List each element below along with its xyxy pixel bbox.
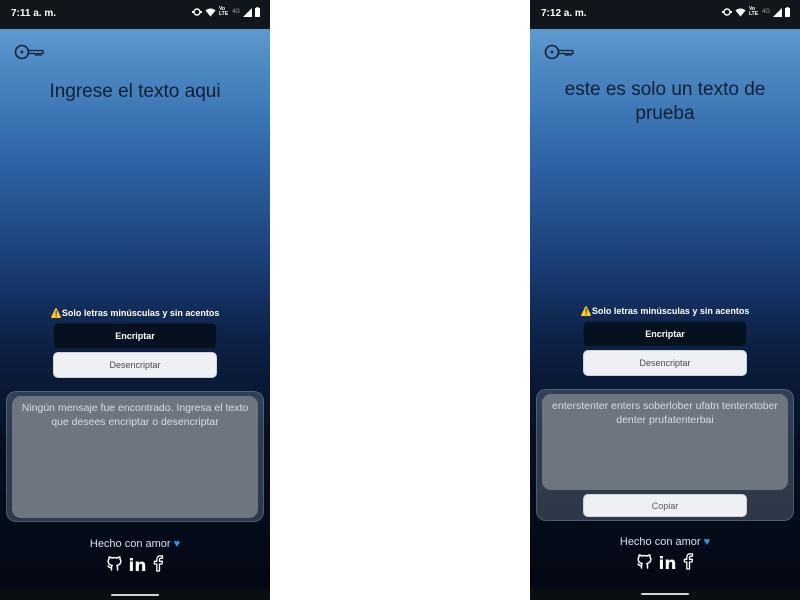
navigation-bar xyxy=(0,590,270,600)
navigation-bar xyxy=(530,588,800,600)
warning-text: Solo letras minúsculas y sin acentos xyxy=(61,308,220,318)
encrypt-button[interactable]: Encriptar xyxy=(583,321,747,347)
github-icon[interactable] xyxy=(636,553,653,575)
footer-text: Hecho con amor xyxy=(619,536,701,548)
warning-icon: ⚠️ xyxy=(50,308,62,318)
status-bar: 7:12 a. m. Vo LTE 4G xyxy=(530,0,800,29)
output-panel: enterstenter enters soberlober ufatn ten… xyxy=(536,389,794,521)
facebook-icon[interactable] xyxy=(682,553,694,575)
signal-icon xyxy=(773,7,782,17)
warning-message: ⚠️Solo letras minúsculas y sin acentos xyxy=(530,306,800,317)
status-icons: Vo LTE 4G xyxy=(191,6,260,17)
status-bar: 7:11 a. m. Vo LTE 4G xyxy=(0,0,270,29)
warning-icon: ⚠️ xyxy=(580,306,592,316)
home-gesture-handle[interactable] xyxy=(641,593,689,595)
battery-icon xyxy=(785,7,790,17)
input-text-area[interactable]: este es solo un texto de prueba xyxy=(530,78,800,126)
home-gesture-handle[interactable] xyxy=(111,594,159,596)
encrypt-button[interactable]: Encriptar xyxy=(53,323,217,349)
phone-screen-right: 7:12 a. m. Vo LTE 4G este es solo un tex… xyxy=(530,0,800,600)
decrypt-button[interactable]: Desencriptar xyxy=(53,352,217,378)
network-label: 4G xyxy=(761,9,770,15)
warning-message: ⚠️Solo letras minúsculas y sin acentos xyxy=(0,308,270,319)
status-time: 7:11 a. m. xyxy=(11,8,57,19)
warning-text: Solo letras minúsculas y sin acentos xyxy=(591,306,750,316)
phone-screen-left: 7:11 a. m. Vo LTE 4G Ingrese el texto aq… xyxy=(0,0,270,600)
facebook-icon[interactable] xyxy=(152,555,164,577)
battery-icon xyxy=(255,7,260,17)
sync-icon xyxy=(191,8,202,16)
copy-button[interactable]: Copiar xyxy=(583,494,747,517)
heart-icon: ♥ xyxy=(173,538,181,550)
output-text: enterstenter enters soberlober ufatn ten… xyxy=(542,394,788,490)
linkedin-icon[interactable]: in xyxy=(129,556,147,576)
footer-text: Hecho con amor xyxy=(89,538,171,550)
social-links: in xyxy=(530,553,800,575)
output-text: Ningún mensaje fue encontrado. Ingresa e… xyxy=(12,396,258,518)
input-text-area[interactable]: Ingrese el texto aqui xyxy=(0,80,270,104)
wifi-icon xyxy=(735,8,746,16)
status-icons: Vo LTE 4G xyxy=(721,6,790,17)
wifi-icon xyxy=(205,8,216,16)
volte-label: Vo LTE xyxy=(748,6,759,17)
signal-icon xyxy=(243,7,252,17)
social-links: in xyxy=(0,555,270,577)
footer-credit: Hecho con amor ♥ xyxy=(530,536,800,548)
sync-icon xyxy=(721,8,732,16)
key-icon xyxy=(544,44,574,60)
key-icon xyxy=(14,44,44,60)
network-label: 4G xyxy=(231,9,240,15)
output-panel: Ningún mensaje fue encontrado. Ingresa e… xyxy=(6,391,264,522)
status-time: 7:12 a. m. xyxy=(541,8,587,19)
github-icon[interactable] xyxy=(106,555,123,577)
decrypt-button[interactable]: Desencriptar xyxy=(583,350,747,376)
footer-credit: Hecho con amor ♥ xyxy=(0,538,270,550)
linkedin-icon[interactable]: in xyxy=(659,554,677,574)
volte-label: Vo LTE xyxy=(218,6,229,17)
heart-icon: ♥ xyxy=(703,536,711,548)
